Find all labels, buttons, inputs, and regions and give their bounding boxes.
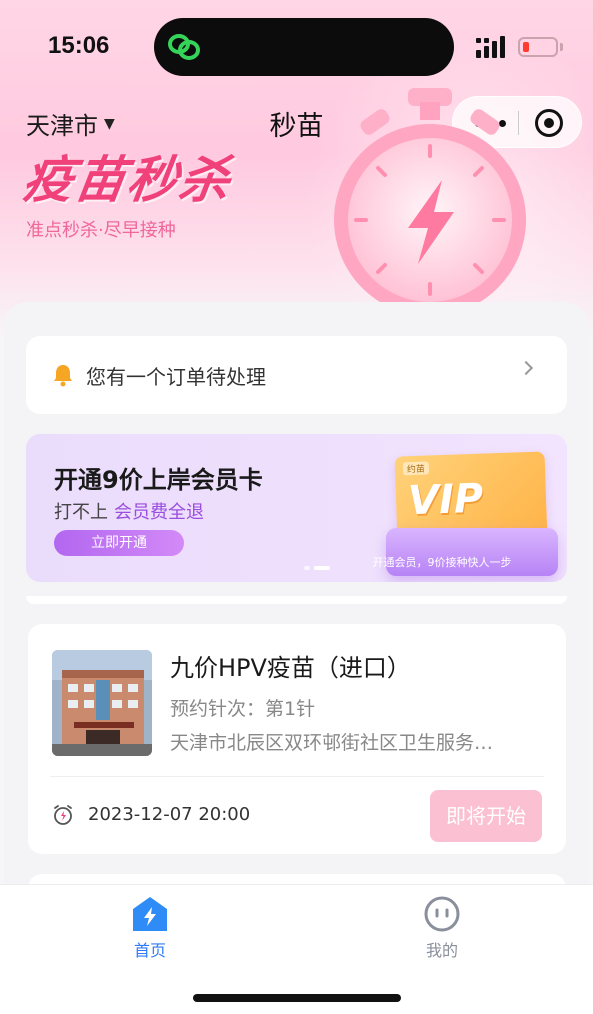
dynamic-island — [154, 18, 454, 76]
vip-title: 开通9价上岸会员卡 — [54, 466, 263, 494]
battery-icon — [518, 37, 558, 57]
signal-icon — [476, 36, 505, 58]
vip-sub-highlight: 会员费全退 — [114, 502, 204, 523]
carousel-indicator — [304, 566, 330, 570]
vaccine-name: 九价HPV疫苗（进口） — [170, 654, 411, 682]
vip-sub-prefix: 打不上 — [54, 502, 108, 523]
stopwatch-illustration — [334, 88, 526, 310]
vip-ticket-tag: 约苗 — [402, 461, 430, 476]
tab-home[interactable]: 首页 — [90, 895, 210, 961]
link-icon — [168, 34, 200, 60]
vip-ticket-word: VIP — [407, 475, 484, 525]
card-divider — [50, 776, 544, 777]
home-bolt-icon — [133, 897, 167, 931]
start-time: 2023-12-07 20:00 — [88, 804, 251, 825]
pending-order-notice[interactable]: 您有一个订单待处理 — [26, 336, 567, 414]
vaccine-listing-card[interactable]: 九价HPV疫苗（进口） 预约针次：第1针 天津市北辰区双环邨街社区卫生服务中心 … — [28, 624, 566, 854]
vip-card-illustration: 约苗 VIP 开通会员，9价接种快人一步 — [356, 448, 566, 580]
vip-subtitle: 打不上 会员费全退 — [54, 498, 204, 524]
tab-home-label: 首页 — [133, 941, 166, 960]
bell-icon — [54, 365, 72, 387]
vaccine-dose: 预约针次：第1针 — [170, 698, 316, 720]
tab-mine[interactable]: 我的 — [382, 895, 502, 961]
home-indicator — [193, 994, 401, 1002]
clinic-photo — [52, 650, 152, 756]
tab-mine-label: 我的 — [425, 941, 458, 960]
vip-promo-banner[interactable]: 开通9价上岸会员卡 打不上 会员费全退 立即开通 约苗 VIP 开通会员，9价接种… — [26, 434, 567, 582]
banner-subtitle: 准点秒杀·尽早接种 — [26, 220, 176, 241]
open-vip-button[interactable]: 立即开通 — [54, 530, 184, 556]
battery-tip — [560, 43, 563, 51]
section-divider — [26, 596, 567, 604]
profile-face-icon — [424, 896, 460, 932]
notice-text: 您有一个订单待处理 — [86, 364, 266, 389]
status-time: 15:06 — [48, 32, 110, 59]
banner-title: 疫苗秒杀 — [19, 151, 236, 209]
chevron-right-icon — [518, 360, 534, 376]
alarm-clock-icon — [54, 805, 72, 825]
vip-tray-text: 开通会员，9价接种快人一步 — [372, 556, 512, 569]
coming-soon-button[interactable]: 即将开始 — [430, 790, 542, 842]
clinic-address: 天津市北辰区双环邨街社区卫生服务中心 — [170, 732, 510, 754]
